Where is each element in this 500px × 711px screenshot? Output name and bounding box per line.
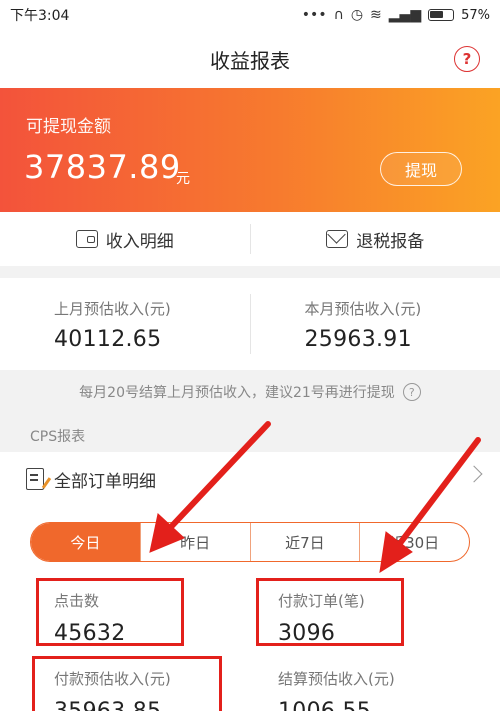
annotation-arrows	[149, 421, 481, 573]
arrow-left	[149, 421, 271, 553]
arrow-right	[379, 437, 481, 573]
